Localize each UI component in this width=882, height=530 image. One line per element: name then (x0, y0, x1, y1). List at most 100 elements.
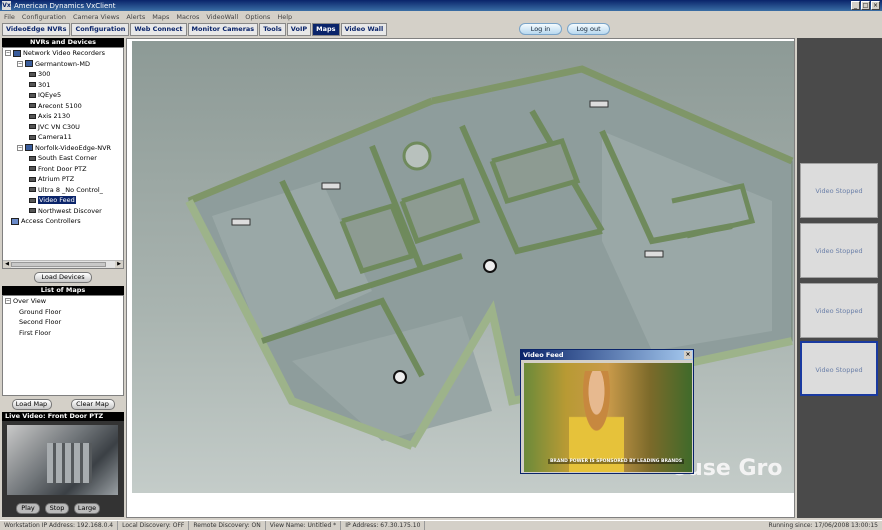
tree-camera[interactable]: Camera11 (3, 132, 123, 143)
window-titlebar: Vx American Dynamics VxClient _ □ × (0, 0, 882, 11)
tab-tools[interactable]: Tools (259, 23, 286, 36)
map-item[interactable]: First Floor (3, 328, 123, 339)
tree-camera[interactable]: Axis 2130 (3, 111, 123, 122)
tree-camera[interactable]: Ultra 8 _No Control_ (3, 185, 123, 196)
collapse-icon[interactable]: − (5, 298, 11, 305)
tree-camera[interactable]: South East Corner (3, 153, 123, 164)
tree-camera[interactable]: 300 (3, 69, 123, 80)
menu-file[interactable]: File (4, 13, 15, 21)
video-tile[interactable]: Video Stopped (800, 223, 878, 278)
popup-close-icon[interactable]: × (684, 351, 692, 359)
logout-button[interactable]: Log out (567, 23, 610, 35)
tree-camera[interactable]: Northwest Discover (3, 206, 123, 217)
popup-title: Video Feed (523, 351, 564, 359)
recorder-icon (25, 60, 33, 68)
map-buttons-row: Load Map Clear Map (2, 396, 124, 412)
window-title: American Dynamics VxClient (14, 1, 116, 10)
map-item[interactable]: Second Floor (3, 317, 123, 328)
tree-camera[interactable]: Arecont 5100 (3, 101, 123, 112)
camera-icon (29, 187, 36, 193)
video-tile[interactable]: Video Stopped (800, 163, 878, 218)
tree-camera[interactable]: Atrium PTZ (3, 174, 123, 185)
tree-camera-selected[interactable]: Video Feed (3, 195, 123, 206)
menu-macros[interactable]: Macros (176, 13, 199, 21)
menu-configuration[interactable]: Configuration (22, 13, 66, 21)
camera-icon (29, 124, 36, 130)
camera-icon (29, 92, 36, 98)
video-person (569, 371, 624, 472)
stop-button[interactable]: Stop (45, 503, 69, 514)
tree-scrollbar[interactable]: ◀ ▶ (3, 260, 123, 268)
load-devices-button[interactable]: Load Devices (34, 272, 92, 283)
tree-node-group[interactable]: − Norfolk-VideoEdge-NVR (3, 143, 123, 154)
tree-camera[interactable]: 301 (3, 80, 123, 91)
menu-help[interactable]: Help (277, 13, 292, 21)
menu-bar: File Configuration Camera Views Alerts M… (0, 11, 882, 22)
large-button[interactable]: Large (74, 503, 100, 514)
collapse-icon[interactable]: − (5, 50, 11, 57)
scroll-right-icon[interactable]: ▶ (115, 261, 123, 268)
menu-options[interactable]: Options (245, 13, 270, 21)
floorplan-background: ouse Gro (132, 41, 794, 493)
close-icon[interactable]: × (871, 1, 880, 10)
video-tile-selected[interactable]: Video Stopped (800, 341, 878, 396)
camera-icon (29, 197, 36, 203)
popup-video-frame: BRAND POWER IS SPONSORED BY LEADING BRAN… (524, 363, 692, 472)
camera-icon (29, 155, 36, 161)
tab-voip[interactable]: VoIP (286, 23, 312, 36)
live-video-panel: Play Stop Large (2, 421, 124, 517)
video-feed-popup[interactable]: Video Feed × BRAND POWER IS SPONSORED BY… (520, 349, 694, 474)
window-controls: _ □ × (851, 1, 880, 10)
tab-videoedge-nvrs[interactable]: VideoEdge NVRs (2, 23, 71, 36)
recorder-icon (25, 144, 33, 152)
camera-icon (29, 176, 36, 182)
video-caption: BRAND POWER IS SPONSORED BY LEADING BRAN… (548, 459, 685, 464)
menu-maps[interactable]: Maps (152, 13, 169, 21)
video-tile[interactable]: Video Stopped (800, 283, 878, 338)
status-ip-address: IP Address: 67.30.175.10 (341, 521, 426, 530)
popup-titlebar[interactable]: Video Feed × (521, 350, 693, 360)
collapse-icon[interactable]: − (17, 60, 23, 67)
device-tree: − Network Video Recorders − Germantown-M… (2, 47, 124, 269)
camera-icon (29, 208, 36, 214)
live-video-frame (7, 425, 118, 495)
map-view[interactable]: ouse Gro (126, 38, 795, 518)
minimize-icon[interactable]: _ (851, 1, 860, 10)
app-logo-icon: Vx (2, 1, 11, 10)
live-video-header: Live Video: Front Door PTZ (2, 412, 124, 421)
tree-node-group[interactable]: − Germantown-MD (3, 59, 123, 70)
menu-alerts[interactable]: Alerts (126, 13, 145, 21)
login-button[interactable]: Log in (519, 23, 562, 35)
menu-camera-views[interactable]: Camera Views (73, 13, 119, 21)
nvr-folder-icon (13, 49, 21, 57)
scroll-left-icon[interactable]: ◀ (3, 261, 11, 268)
scroll-thumb[interactable] (11, 262, 106, 267)
tree-camera[interactable]: JVC VN C30U (3, 122, 123, 133)
video-tiles-column: Video Stopped Video Stopped Video Stoppe… (797, 38, 882, 518)
tab-maps[interactable]: Maps (312, 23, 340, 36)
camera-icon (29, 113, 36, 119)
tab-configuration[interactable]: Configuration (71, 23, 130, 36)
load-map-button[interactable]: Load Map (11, 399, 52, 410)
status-workstation: Workstation IP Address: 192.168.0.4 (0, 521, 119, 530)
tree-node-nvrs[interactable]: − Network Video Recorders (3, 48, 123, 59)
camera-icon (29, 71, 36, 77)
tree-node-access[interactable]: Access Controllers (3, 216, 123, 227)
maximize-icon[interactable]: □ (861, 1, 870, 10)
tree-camera[interactable]: Front Door PTZ (3, 164, 123, 175)
tab-video-wall[interactable]: Video Wall (340, 23, 388, 36)
status-running-since: Running since: 17/06/2008 13:00:15 (768, 522, 878, 529)
map-item[interactable]: Ground Floor (3, 307, 123, 318)
clear-map-button[interactable]: Clear Map (70, 399, 115, 410)
tab-monitor-cameras[interactable]: Monitor Cameras (187, 23, 259, 36)
load-devices-row: Load Devices (2, 269, 124, 286)
play-button[interactable]: Play (16, 503, 40, 514)
map-item-overview[interactable]: − Over View (3, 296, 123, 307)
map-list: − Over View Ground Floor Second Floor Fi… (2, 295, 124, 396)
tree-camera[interactable]: IQEye5 (3, 90, 123, 101)
status-local-discovery: Local Discovery: OFF (118, 521, 190, 530)
collapse-icon[interactable]: − (17, 144, 23, 151)
menu-videowall[interactable]: VideoWall (206, 13, 238, 21)
status-remote-discovery: Remote Discovery: ON (189, 521, 266, 530)
tab-web-connect[interactable]: Web Connect (130, 23, 187, 36)
